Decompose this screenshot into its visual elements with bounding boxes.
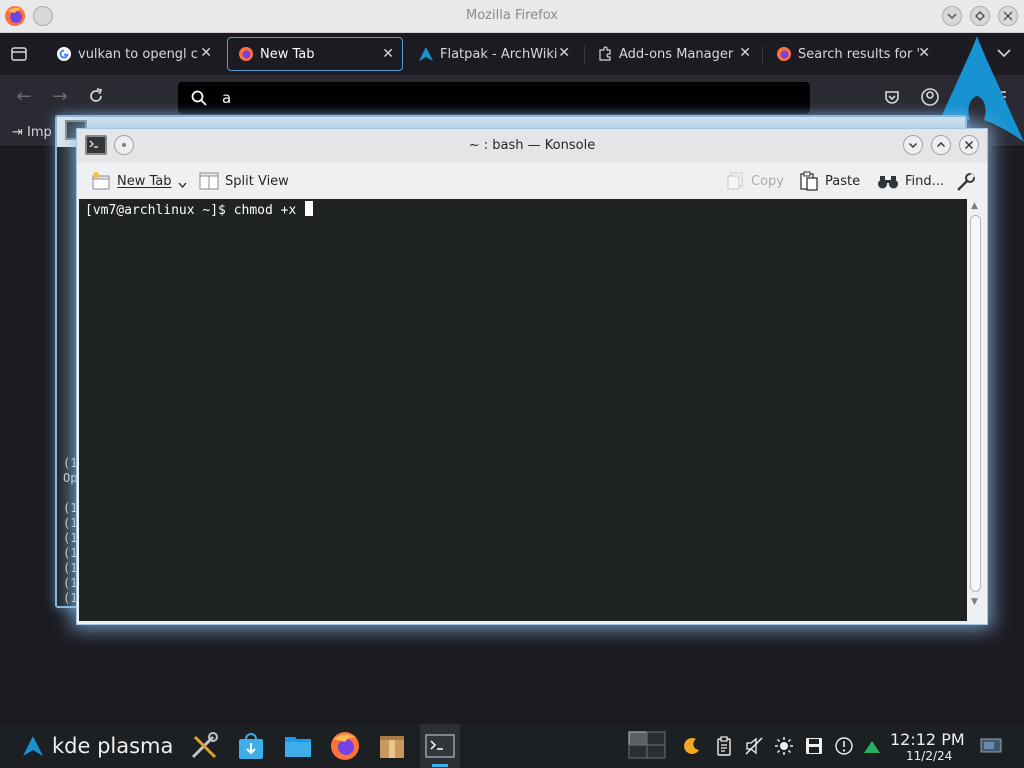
close-tab-icon[interactable]: ✕ <box>558 45 570 61</box>
binoculars-icon <box>878 176 898 189</box>
paste-icon <box>800 171 818 191</box>
navigation-toolbar: ← → a <box>0 75 1024 119</box>
firefox-icon[interactable] <box>329 730 361 762</box>
tab-vulkan[interactable]: vulkan to opengl c ✕ <box>46 37 220 71</box>
split-view-icon <box>199 172 219 190</box>
konsole-window-title: ~ : bash — Konsole <box>468 138 596 153</box>
new-tab-button[interactable]: New Tab <box>91 170 187 192</box>
active-task-indicator <box>432 764 448 767</box>
split-view-button[interactable]: Split View <box>199 170 289 192</box>
tab-overview-icon[interactable] <box>10 45 28 63</box>
tab-new-tab[interactable]: New Tab ✕ <box>227 37 403 71</box>
clock-date[interactable]: 11/2/24 <box>906 749 952 763</box>
paste-button[interactable]: Paste <box>799 170 860 192</box>
paste-label: Paste <box>825 173 861 189</box>
find-label: Find... <box>905 173 945 189</box>
copy-icon <box>727 172 743 190</box>
firefox-window-title: Mozilla Firefox <box>466 8 558 23</box>
discover-store-icon[interactable] <box>235 730 267 762</box>
tab-label: vulkan to opengl c <box>78 46 198 62</box>
update-notification-icon[interactable] <box>834 736 854 756</box>
tab-separator <box>584 46 585 64</box>
tab-search-results[interactable]: Search results for ' ✕ <box>766 37 938 71</box>
konsole-titlebar[interactable]: ~ : bash — Konsole <box>77 129 987 163</box>
chevron-down-icon[interactable] <box>178 182 187 188</box>
tab-flatpak-archwiki[interactable]: Flatpak - ArchWiki ✕ <box>408 37 578 71</box>
find-button[interactable]: Find... <box>877 170 944 192</box>
virtual-desktop-pager-icon[interactable] <box>628 730 666 762</box>
back-arrow-icon[interactable]: ← <box>14 87 34 107</box>
tab-label: Flatpak - ArchWiki <box>440 46 558 62</box>
url-bar[interactable]: a <box>178 82 810 114</box>
file-manager-icon[interactable] <box>282 730 314 762</box>
maximize-button[interactable] <box>970 6 990 26</box>
plasma-taskbar: kde plasma 12:12 PM 11/2/24 <box>0 724 1024 768</box>
tab-bar: vulkan to opengl c ✕ New Tab ✕ Flatpak -… <box>0 33 1024 75</box>
brightness-icon[interactable] <box>774 736 794 756</box>
network-icon[interactable] <box>862 736 882 756</box>
app-launcher-label[interactable]: kde plasma <box>52 734 173 758</box>
arch-icon <box>419 47 433 61</box>
show-desktop-icon[interactable] <box>980 736 1002 756</box>
konsole-toolbar: New Tab Split View Copy Paste Find... <box>77 163 987 199</box>
disk-devices-icon[interactable] <box>804 736 824 756</box>
terminal-scrollbar[interactable]: ▲ ▼ <box>967 199 985 621</box>
close-window-button[interactable] <box>959 135 979 155</box>
copy-label: Copy <box>751 173 784 189</box>
scroll-down-arrow-icon[interactable]: ▼ <box>971 597 978 607</box>
google-icon <box>57 47 71 61</box>
import-icon: ⇥ <box>12 125 28 140</box>
pocket-icon[interactable] <box>883 88 901 106</box>
tab-label: Add-ons Manager <box>619 46 734 62</box>
minimize-button[interactable] <box>942 6 962 26</box>
close-tab-icon[interactable]: ✕ <box>739 45 751 61</box>
clipboard-icon[interactable] <box>714 736 734 756</box>
firefox-icon <box>777 47 791 61</box>
tab-label: Search results for ' <box>798 46 921 62</box>
new-tab-icon <box>92 172 110 190</box>
konsole-task-icon[interactable] <box>424 730 456 762</box>
scrollbar-thumb[interactable] <box>970 215 981 592</box>
clock-time[interactable]: 12:12 PM <box>890 730 965 749</box>
copy-button[interactable]: Copy <box>725 170 784 192</box>
tab-label: New Tab <box>260 46 315 62</box>
forward-arrow-icon[interactable]: → <box>50 87 70 107</box>
arch-launcher-icon[interactable] <box>22 735 44 757</box>
terminal-command-text: [vm7@archlinux ~]$ chmod +x <box>85 203 305 218</box>
reload-icon[interactable] <box>87 87 105 105</box>
url-input[interactable]: a <box>222 89 231 107</box>
close-tab-icon[interactable]: ✕ <box>200 45 212 61</box>
scroll-up-arrow-icon[interactable]: ▲ <box>971 201 978 211</box>
split-view-label: Split View <box>225 173 289 189</box>
puzzle-icon <box>599 46 611 61</box>
close-tab-icon[interactable]: ✕ <box>918 45 930 61</box>
tab-addons-manager[interactable]: Add-ons Manager ✕ <box>587 37 759 71</box>
new-tab-label: New Tab <box>117 173 172 189</box>
firefox-titlebar: Mozilla Firefox <box>0 0 1024 33</box>
terminal-display[interactable]: [vm7@archlinux ~]$ chmod +x <box>79 199 967 621</box>
search-icon <box>191 90 207 106</box>
night-color-icon[interactable] <box>682 736 702 756</box>
konsole-window[interactable]: ~ : bash — Konsole New Tab Split View Co… <box>76 128 988 625</box>
settings-wrench-icon[interactable] <box>955 171 977 193</box>
terminal-cursor <box>305 201 314 216</box>
tab-separator <box>762 46 763 64</box>
close-tab-icon[interactable]: ✕ <box>382 46 394 62</box>
firefox-icon <box>239 47 253 61</box>
import-bookmarks-label: Imp <box>27 125 52 140</box>
close-window-button[interactable] <box>998 6 1018 26</box>
terminal-prompt-line: [vm7@archlinux ~]$ chmod +x <box>85 201 314 218</box>
volume-muted-icon[interactable] <box>744 736 764 756</box>
import-bookmarks-link[interactable]: ⇥ Imp <box>12 125 52 140</box>
maximize-button[interactable] <box>931 135 951 155</box>
system-tools-icon[interactable] <box>188 730 220 762</box>
archive-manager-icon[interactable] <box>376 730 408 762</box>
minimize-button[interactable] <box>903 135 923 155</box>
